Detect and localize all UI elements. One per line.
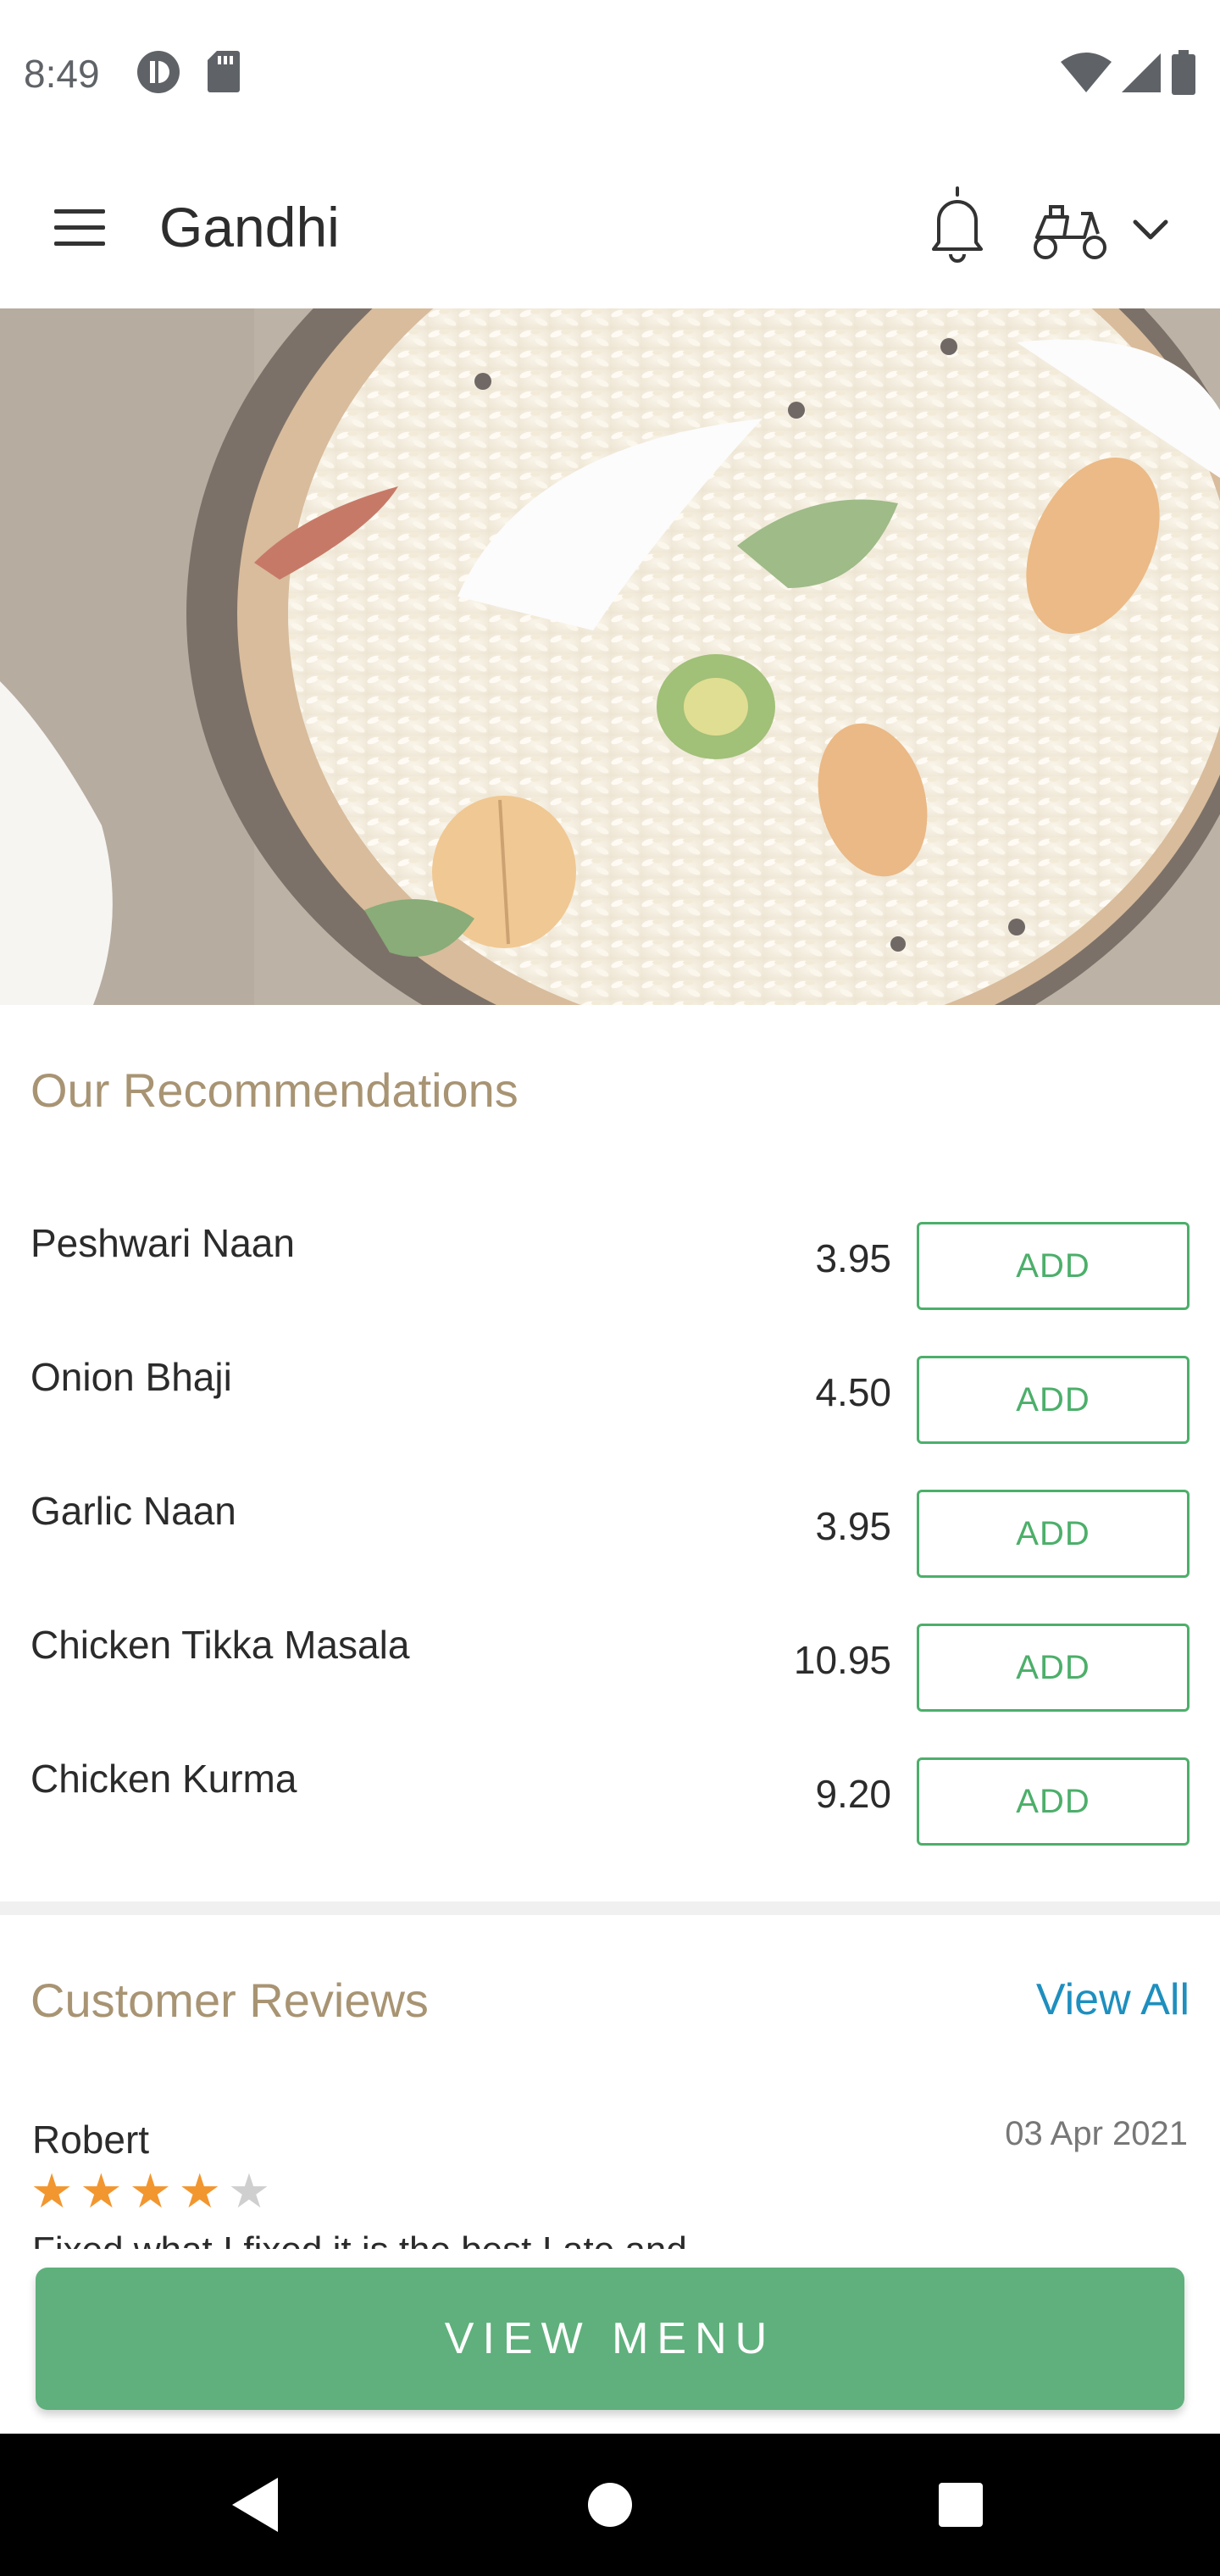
recommendations-list: Peshwari Naan 3.95 ADD Onion Bhaji 4.50 … — [0, 1186, 1220, 1856]
item-price: 10.95 — [793, 1638, 891, 1682]
data-saver-icon — [137, 51, 180, 93]
view-menu-button[interactable]: VIEW MENU — [36, 2268, 1184, 2410]
menu-icon-line — [54, 241, 105, 246]
wifi-icon — [1061, 53, 1112, 92]
star-icon: ★ — [227, 2164, 271, 2218]
star-icon: ★ — [129, 2164, 172, 2218]
add-button[interactable]: ADD — [917, 1356, 1190, 1444]
battery-icon — [1172, 50, 1195, 95]
add-button[interactable]: ADD — [917, 1222, 1190, 1310]
star-icon: ★ — [178, 2164, 221, 2218]
item-price: 9.20 — [815, 1772, 891, 1816]
reviews-title: Customer Reviews — [30, 1974, 429, 2027]
add-button[interactable]: ADD — [917, 1490, 1190, 1578]
app-bar: Gandhi — [0, 146, 1220, 308]
hero-food-image — [0, 308, 1220, 1005]
item-name: Chicken Tikka Masala — [30, 1623, 410, 1667]
view-all-reviews-link[interactable]: View All — [1036, 1974, 1190, 2025]
recommendation-item: Chicken Tikka Masala 10.95 ADD — [0, 1588, 1220, 1722]
system-nav-bar — [0, 2434, 1220, 2576]
item-price: 3.95 — [815, 1236, 891, 1280]
page-title: Gandhi — [159, 196, 340, 258]
status-icons — [1061, 49, 1196, 97]
star-icon: ★ — [30, 2164, 74, 2218]
menu-icon-line — [54, 225, 105, 230]
chevron-down-icon — [1133, 219, 1168, 240]
item-price: 4.50 — [815, 1370, 891, 1414]
item-name: Chicken Kurma — [30, 1757, 297, 1801]
home-icon[interactable] — [576, 2471, 644, 2539]
sd-card-icon — [208, 51, 240, 92]
add-button[interactable]: ADD — [917, 1624, 1190, 1712]
coconut-rice-image — [0, 308, 1220, 1005]
add-button[interactable]: ADD — [917, 1757, 1190, 1846]
item-name: Garlic Naan — [30, 1489, 236, 1533]
recommendation-item: Chicken Kurma 9.20 ADD — [0, 1722, 1220, 1856]
menu-button[interactable] — [47, 197, 112, 258]
recommendations-title: Our Recommendations — [30, 1063, 518, 1117]
review-text: Fixed what I fixed it is the best I ate … — [32, 2225, 1184, 2249]
status-bar: 8:49 — [0, 0, 1220, 146]
item-name: Onion Bhaji — [30, 1355, 232, 1399]
star-icon: ★ — [80, 2164, 123, 2218]
signal-icon — [1122, 53, 1161, 92]
delivery-mode-selector[interactable] — [1025, 193, 1178, 269]
recommendation-item: Onion Bhaji 4.50 ADD — [0, 1320, 1220, 1454]
recents-icon[interactable] — [927, 2471, 995, 2539]
review-rating: ★ ★ ★ ★ ★ — [30, 2168, 270, 2215]
item-price: 3.95 — [815, 1504, 891, 1548]
status-time: 8:49 — [24, 52, 100, 96]
menu-icon-line — [54, 208, 105, 214]
item-name: Peshwari Naan — [30, 1221, 295, 1265]
recommendation-item: Garlic Naan 3.95 ADD — [0, 1454, 1220, 1588]
section-divider — [0, 1901, 1220, 1915]
bell-icon[interactable] — [923, 181, 991, 266]
review-date: 03 Apr 2021 — [1005, 2115, 1188, 2152]
review-text-container: Fixed what I fixed it is the best I ate … — [32, 2225, 1184, 2249]
recommendation-item: Peshwari Naan 3.95 ADD — [0, 1186, 1220, 1320]
back-icon[interactable] — [222, 2471, 290, 2539]
review-author: Robert — [32, 2118, 150, 2162]
